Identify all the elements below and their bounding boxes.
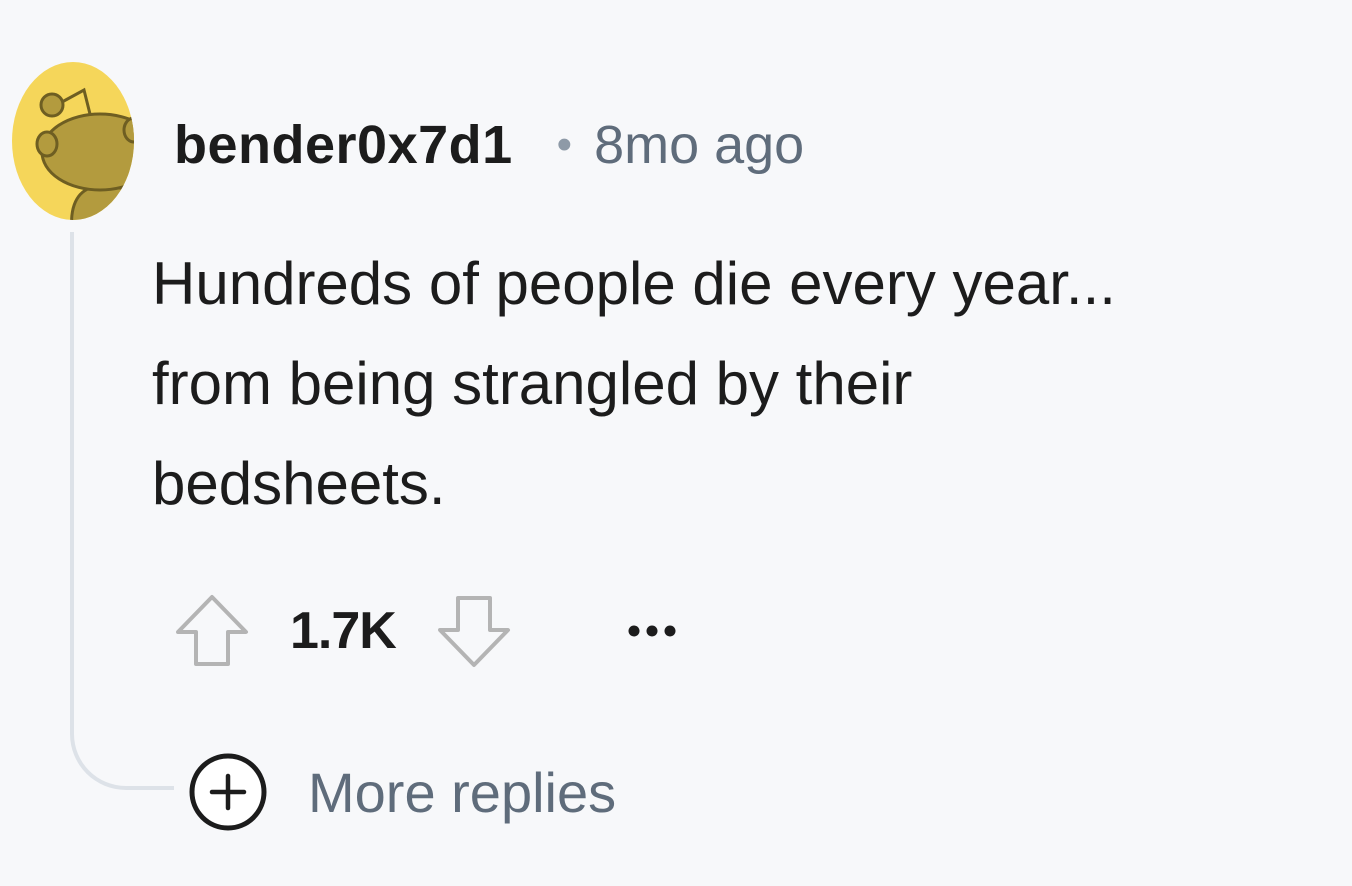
avatar[interactable] (12, 62, 134, 220)
plus-circle-icon (188, 752, 268, 832)
comment-line: Hundreds of people die every year... (152, 250, 1116, 317)
timestamp[interactable]: 8mo ago (594, 114, 804, 176)
downvote-button[interactable] (436, 592, 512, 670)
username-link[interactable]: bender0x7d1 (174, 114, 513, 176)
meta-separator: • (556, 120, 573, 169)
comment-line: from being strangled by their (152, 350, 913, 417)
comment-header: bender0x7d1 • 8mo ago (174, 110, 804, 180)
downvote-arrow-icon (437, 596, 510, 667)
vote-score: 1.7K (290, 602, 397, 660)
more-replies-button[interactable]: More replies (188, 752, 616, 832)
comment-body: Hundreds of people die every year... fro… (152, 234, 1312, 534)
more-options-button[interactable] (622, 611, 682, 651)
upvote-button[interactable] (174, 592, 250, 670)
comment-actions: 1.7K (174, 592, 682, 670)
more-replies-label: More replies (308, 760, 617, 824)
upvote-arrow-icon (176, 595, 248, 666)
snoo-avatar-icon (12, 62, 134, 220)
comment-thread: bender0x7d1 • 8mo ago Hundreds of people… (0, 0, 1352, 886)
ellipsis-icon (628, 625, 676, 637)
comment-line: bedsheets. (152, 450, 446, 517)
